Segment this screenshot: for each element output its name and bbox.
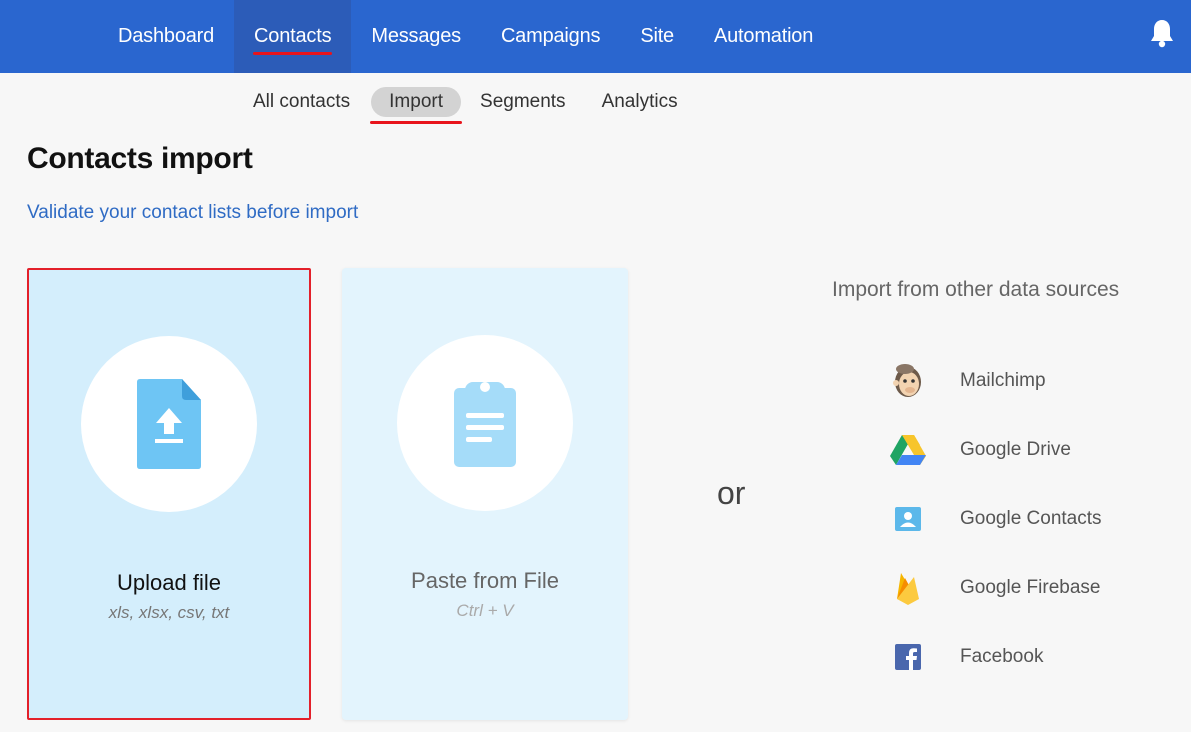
source-google-drive[interactable]: Google Drive [888,429,1168,471]
mailchimp-icon [888,361,928,401]
source-facebook[interactable]: Facebook [888,636,1168,678]
subnav-analytics[interactable]: Analytics [585,87,695,117]
or-separator: or [717,475,746,511]
data-sources-title: Import from other data sources [832,278,1120,301]
file-upload-icon [137,379,201,469]
nav-campaigns[interactable]: Campaigns [481,0,620,73]
nav-dashboard[interactable]: Dashboard [98,0,234,73]
upload-file-formats: xls, xlsx, csv, txt [108,603,230,622]
facebook-icon [888,637,928,677]
paste-from-file-title: Paste from File [411,568,559,593]
nav-contacts[interactable]: Contacts [234,0,352,73]
source-label: Mailchimp [960,370,1046,391]
paste-icon-circle [397,335,573,511]
sub-nav: All contacts Import Segments Analytics [236,85,697,124]
source-label: Google Drive [960,439,1071,460]
validate-contacts-link[interactable]: Validate your contact lists before impor… [27,202,358,224]
subnav-segments[interactable]: Segments [463,87,583,117]
source-google-contacts[interactable]: Google Contacts [888,498,1168,540]
source-google-firebase[interactable]: Google Firebase [888,567,1168,609]
source-mailchimp[interactable]: Mailchimp [888,360,1168,402]
bell-icon[interactable] [1148,18,1176,48]
subnav-all-contacts[interactable]: All contacts [236,87,367,117]
upload-file-card[interactable]: Upload file xls, xlsx, csv, txt [27,268,311,720]
nav-site[interactable]: Site [620,0,694,73]
nav-messages[interactable]: Messages [351,0,481,73]
google-contacts-icon [888,499,928,539]
top-nav-bar: Dashboard Contacts Messages Campaigns Si… [0,0,1191,73]
source-label: Google Contacts [960,508,1102,529]
subnav-import[interactable]: Import [370,87,462,124]
paste-shortcut: Ctrl + V [456,601,514,620]
nav-automation[interactable]: Automation [694,0,833,73]
firebase-icon [888,568,928,608]
main-nav: Dashboard Contacts Messages Campaigns Si… [98,0,833,73]
clipboard-icon [454,382,516,467]
google-drive-icon [888,430,928,470]
page-title: Contacts import [27,142,253,175]
source-label: Facebook [960,646,1044,667]
paste-from-file-card[interactable]: Paste from File Ctrl + V [342,268,628,720]
upload-icon-circle [81,336,257,512]
upload-file-title: Upload file [117,570,221,595]
source-label: Google Firebase [960,577,1101,598]
